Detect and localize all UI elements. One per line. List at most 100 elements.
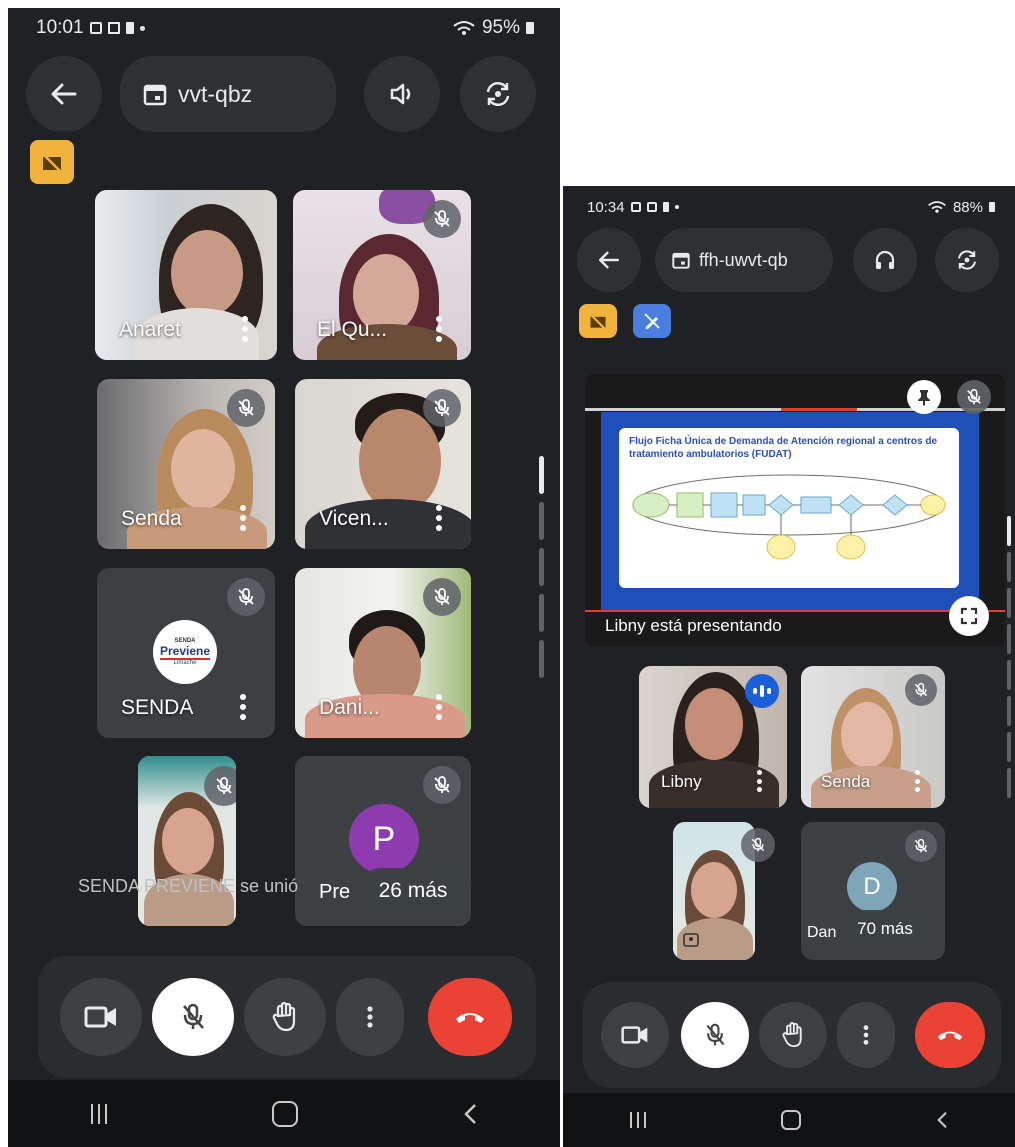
more-participants-button[interactable]: 26 más [359, 868, 467, 914]
battery-percent: 88% [952, 198, 983, 216]
participant-tile-el-qu[interactable]: El Qu... [293, 190, 471, 360]
more-options-icon[interactable] [435, 505, 443, 531]
mic-off-badge [905, 674, 937, 706]
right-phone-screen: 10:34 88% ffh-uwvt-qb Flujo Ficha Única … [563, 186, 1015, 1147]
battery-icon [989, 202, 995, 212]
avatar: D [847, 862, 897, 912]
mic-off-icon [434, 776, 450, 793]
participant-tile-senda[interactable]: Senda [801, 666, 945, 808]
status-bar: 10:34 88% [563, 186, 1015, 228]
person-face [359, 409, 441, 513]
mic-off-badge [905, 830, 937, 862]
more-options-button[interactable] [336, 978, 404, 1056]
framing-off-icon [42, 153, 62, 173]
more-options-icon[interactable] [239, 505, 247, 531]
back-button[interactable] [26, 56, 102, 132]
back-button[interactable] [577, 228, 641, 292]
calendar-icon [143, 84, 167, 106]
slide-frame: Flujo Ficha Única de Demanda de Atención… [601, 412, 979, 610]
more-options-button[interactable] [837, 1002, 895, 1068]
mic-off-badge [227, 389, 265, 427]
participant-tile-anaret[interactable]: Anaret [95, 190, 277, 360]
home-button[interactable] [780, 1110, 801, 1130]
person-face [691, 862, 737, 918]
speaker-button[interactable] [364, 56, 440, 132]
more-options-icon[interactable] [755, 770, 763, 792]
slide-content: Flujo Ficha Única de Demanda de Atención… [619, 428, 959, 588]
home-button[interactable] [271, 1100, 298, 1127]
meeting-code: vvt-qbz [178, 80, 253, 107]
fullscreen-button[interactable] [949, 596, 989, 636]
pin-button[interactable] [907, 380, 941, 414]
person-face [162, 808, 214, 874]
participant-tile-senda[interactable]: Senda [97, 379, 275, 549]
camera-button[interactable] [601, 1002, 669, 1068]
recents-button[interactable] [90, 1103, 107, 1124]
annotation-chip[interactable] [633, 304, 671, 338]
clock: 10:01 [36, 17, 84, 38]
switch-camera-button[interactable] [935, 228, 999, 292]
camera-framing-off-chip[interactable] [579, 304, 617, 338]
more-options-icon[interactable] [913, 770, 921, 792]
participant-name: Vicen... [319, 507, 389, 530]
mic-off-icon [238, 588, 254, 605]
pin-icon [918, 390, 930, 406]
camera-button[interactable] [60, 978, 142, 1056]
more-options-icon[interactable] [239, 694, 247, 720]
recents-button[interactable] [630, 1112, 647, 1128]
call-end-icon [456, 1013, 484, 1023]
back-nav-icon[interactable] [463, 1103, 477, 1125]
pen-off-icon [644, 313, 660, 329]
raise-hand-button[interactable] [244, 978, 326, 1056]
participant-tile-senda-logo[interactable]: SENDA Previene Limache SENDA [97, 568, 275, 738]
battery-icon [526, 22, 534, 34]
mic-off-icon [751, 837, 765, 852]
hang-up-button[interactable] [428, 978, 512, 1056]
senda-previene-logo: SENDA Previene Limache [153, 620, 217, 684]
participant-tile-more[interactable]: D Dan 70 más [801, 822, 945, 960]
mic-off-icon [914, 682, 928, 697]
arrow-back-icon [599, 251, 619, 269]
microphone-button[interactable] [681, 1002, 749, 1068]
participant-tile-vicen[interactable]: Vicen... [295, 379, 471, 549]
raise-hand-button[interactable] [759, 1002, 827, 1068]
mic-off-badge [204, 766, 236, 806]
more-participants-button[interactable]: 70 más [837, 910, 933, 948]
meeting-code: ffh-uwvt-qb [699, 249, 788, 270]
more-options-icon[interactable] [435, 694, 443, 720]
mic-off-badge [423, 578, 461, 616]
mic-off-icon [238, 399, 254, 416]
mic-off-badge [957, 380, 991, 414]
person-face [685, 688, 743, 760]
mail-icon [107, 22, 120, 34]
switch-camera-button[interactable] [460, 56, 536, 132]
participant-tile-libny[interactable]: Libny [639, 666, 787, 808]
microphone-button[interactable] [152, 978, 234, 1056]
self-view-tile[interactable] [138, 756, 236, 926]
meeting-info-pill[interactable]: ffh-uwvt-qb [655, 228, 833, 292]
android-nav-bar [563, 1093, 1015, 1147]
presentation-panel[interactable]: Flujo Ficha Única de Demanda de Atención… [585, 374, 1005, 646]
participant-tile-more[interactable]: P Pre 26 más [295, 756, 471, 926]
gallery-icon [89, 22, 102, 34]
clock: 10:34 [587, 198, 625, 216]
more-participants-label: 26 más [378, 879, 448, 902]
hang-up-button[interactable] [915, 1002, 985, 1068]
mic-off-icon [706, 1023, 725, 1046]
calendar-icon [672, 252, 690, 269]
switch-camera-icon [486, 82, 510, 106]
hand-icon [272, 1001, 296, 1032]
meeting-info-pill[interactable]: vvt-qbz [120, 56, 336, 132]
participant-tile-dani[interactable]: Dani... [295, 568, 471, 738]
more-options-icon[interactable] [241, 316, 249, 342]
audio-output-button[interactable] [853, 228, 917, 292]
call-controls-bar [38, 956, 536, 1078]
video-camera-icon [84, 1006, 116, 1028]
more-options-icon[interactable] [435, 316, 443, 342]
wifi-signal-icon [928, 201, 946, 213]
join-toast-text: SENDA PREVIENE se unió [78, 876, 299, 896]
participant-name: El Qu... [317, 318, 388, 341]
sim-icon [125, 22, 134, 34]
camera-framing-off-chip[interactable] [30, 140, 74, 184]
back-nav-icon[interactable] [936, 1111, 948, 1129]
